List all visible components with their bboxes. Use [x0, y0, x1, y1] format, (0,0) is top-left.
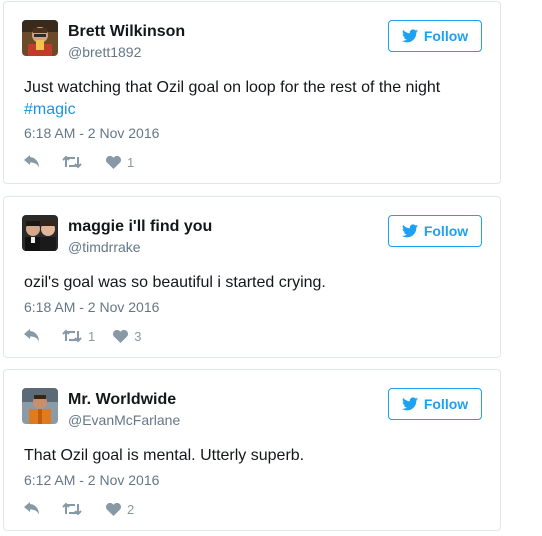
like-count: 3: [134, 328, 142, 344]
user-handle[interactable]: @EvanMcFarlane: [68, 412, 180, 428]
like-button[interactable]: 1: [106, 155, 134, 170]
follow-label: Follow: [423, 396, 469, 412]
follow-button[interactable]: Follow: [388, 20, 482, 52]
tweet-actions: 1 3: [24, 328, 141, 344]
retweet-button[interactable]: 1: [62, 329, 95, 344]
user-handle[interactable]: @timdrrake: [68, 239, 141, 255]
hashtag-link[interactable]: #magic: [24, 101, 76, 118]
user-name[interactable]: Brett Wilkinson: [68, 23, 185, 41]
user-handle[interactable]: @brett1892: [68, 44, 141, 60]
tweet-card: maggie i'll find you @timdrrake Follow o…: [3, 196, 501, 358]
tweet-actions: 2: [24, 501, 134, 517]
tweet-text: ozil's goal was so beautiful i started c…: [24, 272, 484, 294]
twitter-bird-icon: [401, 224, 418, 238]
like-button[interactable]: 3: [113, 329, 141, 344]
tweet-text: That Ozil goal is mental. Utterly superb…: [24, 445, 484, 467]
retweet-count: 1: [88, 328, 96, 344]
retweet-icon: [62, 155, 82, 169]
like-count: 2: [127, 501, 135, 517]
tweet-card: Brett Wilkinson @brett1892 Follow Just w…: [3, 1, 501, 184]
heart-icon: [106, 155, 121, 169]
like-count: 1: [127, 154, 135, 170]
reply-icon[interactable]: [24, 329, 42, 343]
like-button[interactable]: 2: [106, 502, 134, 517]
tweet-actions: 1: [24, 154, 134, 170]
heart-icon: [113, 329, 129, 343]
retweet-icon: [62, 329, 82, 343]
user-name[interactable]: maggie i'll find you: [68, 218, 212, 236]
twitter-bird-icon: [401, 397, 418, 411]
follow-button[interactable]: Follow: [388, 388, 482, 420]
user-name[interactable]: Mr. Worldwide: [68, 391, 176, 409]
tweet-body: That Ozil goal is mental. Utterly superb…: [24, 447, 305, 464]
avatar[interactable]: [22, 388, 58, 424]
timestamp[interactable]: 6:12 AM - 2 Nov 2016: [24, 472, 159, 488]
retweet-button[interactable]: [62, 155, 88, 169]
retweet-button[interactable]: [62, 502, 88, 516]
avatar[interactable]: [22, 215, 58, 251]
tweet-card: Mr. Worldwide @EvanMcFarlane Follow That…: [3, 369, 501, 531]
reply-icon[interactable]: [24, 155, 42, 169]
retweet-icon: [62, 502, 82, 516]
tweet-text: Just watching that Ozil goal on loop for…: [24, 77, 484, 121]
follow-label: Follow: [423, 28, 469, 44]
tweet-body: Just watching that Ozil goal on loop for…: [24, 79, 441, 96]
follow-button[interactable]: Follow: [388, 215, 482, 247]
avatar[interactable]: [22, 20, 58, 56]
follow-label: Follow: [423, 223, 469, 239]
reply-icon[interactable]: [24, 502, 42, 516]
timestamp[interactable]: 6:18 AM - 2 Nov 2016: [24, 125, 159, 141]
twitter-bird-icon: [401, 29, 418, 43]
timestamp[interactable]: 6:18 AM - 2 Nov 2016: [24, 299, 159, 315]
tweet-body: ozil's goal was so beautiful i started c…: [24, 274, 326, 291]
heart-icon: [106, 502, 121, 516]
